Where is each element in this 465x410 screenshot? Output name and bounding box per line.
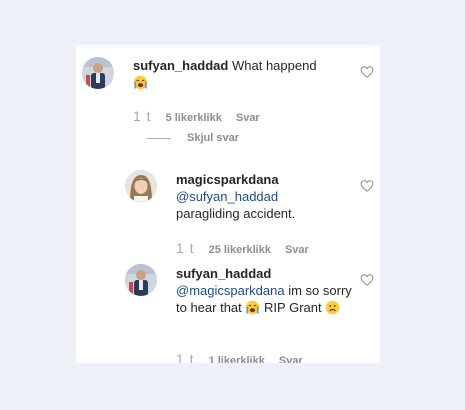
comment-text: What happend (231, 58, 317, 73)
avatar[interactable] (125, 264, 157, 296)
mention-link[interactable]: @magicsparkdana (176, 283, 285, 298)
comment-username[interactable]: sufyan_haddad (133, 58, 228, 73)
reply-time[interactable]: 1 t (176, 351, 195, 363)
reply-likes[interactable]: 1 likerklikk (209, 355, 265, 363)
reply-item: magicsparkdana @sufyan_haddad paraglidin… (76, 155, 380, 263)
reply-body: sufyan_haddad @magicsparkdana im so sorr… (176, 265, 366, 316)
user-photo-icon (82, 57, 114, 89)
crying-face-emoji-icon (246, 300, 260, 315)
comment-time[interactable]: 1 t (133, 108, 152, 124)
reply-text-part2: RIP Grant (264, 300, 322, 315)
comments-panel: sufyan_haddad What happend 1 t 5 likerkl… (76, 45, 380, 363)
user-photo-icon (125, 264, 157, 296)
avatar[interactable] (125, 170, 157, 202)
reply-item: sufyan_haddad @magicsparkdana im so sorr… (76, 255, 380, 363)
reply-body: magicsparkdana @sufyan_haddad paraglidin… (176, 171, 336, 222)
mention-link[interactable]: @sufyan_haddad (176, 189, 278, 204)
comment-meta: 1 t 5 likerklikk Svar (133, 108, 260, 124)
reply-meta: 1 t 25 likerklikk Svar (176, 240, 309, 256)
like-heart-icon[interactable] (360, 273, 374, 287)
comment-item: sufyan_haddad What happend 1 t 5 likerkl… (76, 45, 380, 155)
crying-face-emoji-icon (133, 75, 148, 90)
avatar[interactable] (82, 57, 114, 89)
comment-body: sufyan_haddad What happend (133, 57, 333, 91)
comment-likes[interactable]: 5 likerklikk (166, 112, 222, 124)
reply-meta: 1 t 1 likerklikk Svar (176, 351, 303, 363)
reply-text: paragliding accident. (176, 206, 296, 221)
reply-time[interactable]: 1 t (176, 240, 195, 256)
like-heart-icon[interactable] (360, 179, 374, 193)
reply-username[interactable]: sufyan_haddad (176, 266, 271, 281)
like-heart-icon[interactable] (360, 65, 374, 79)
hide-replies-label: Skjul svar (187, 132, 239, 144)
hide-replies-button[interactable]: Skjul svar (147, 132, 239, 144)
reply-button[interactable]: Svar (236, 112, 260, 124)
reply-username[interactable]: magicsparkdana (176, 172, 279, 187)
sad-face-emoji-icon (325, 300, 340, 315)
reply-button[interactable]: Svar (279, 355, 303, 363)
divider-line (147, 137, 171, 139)
user-photo-icon (125, 170, 157, 202)
